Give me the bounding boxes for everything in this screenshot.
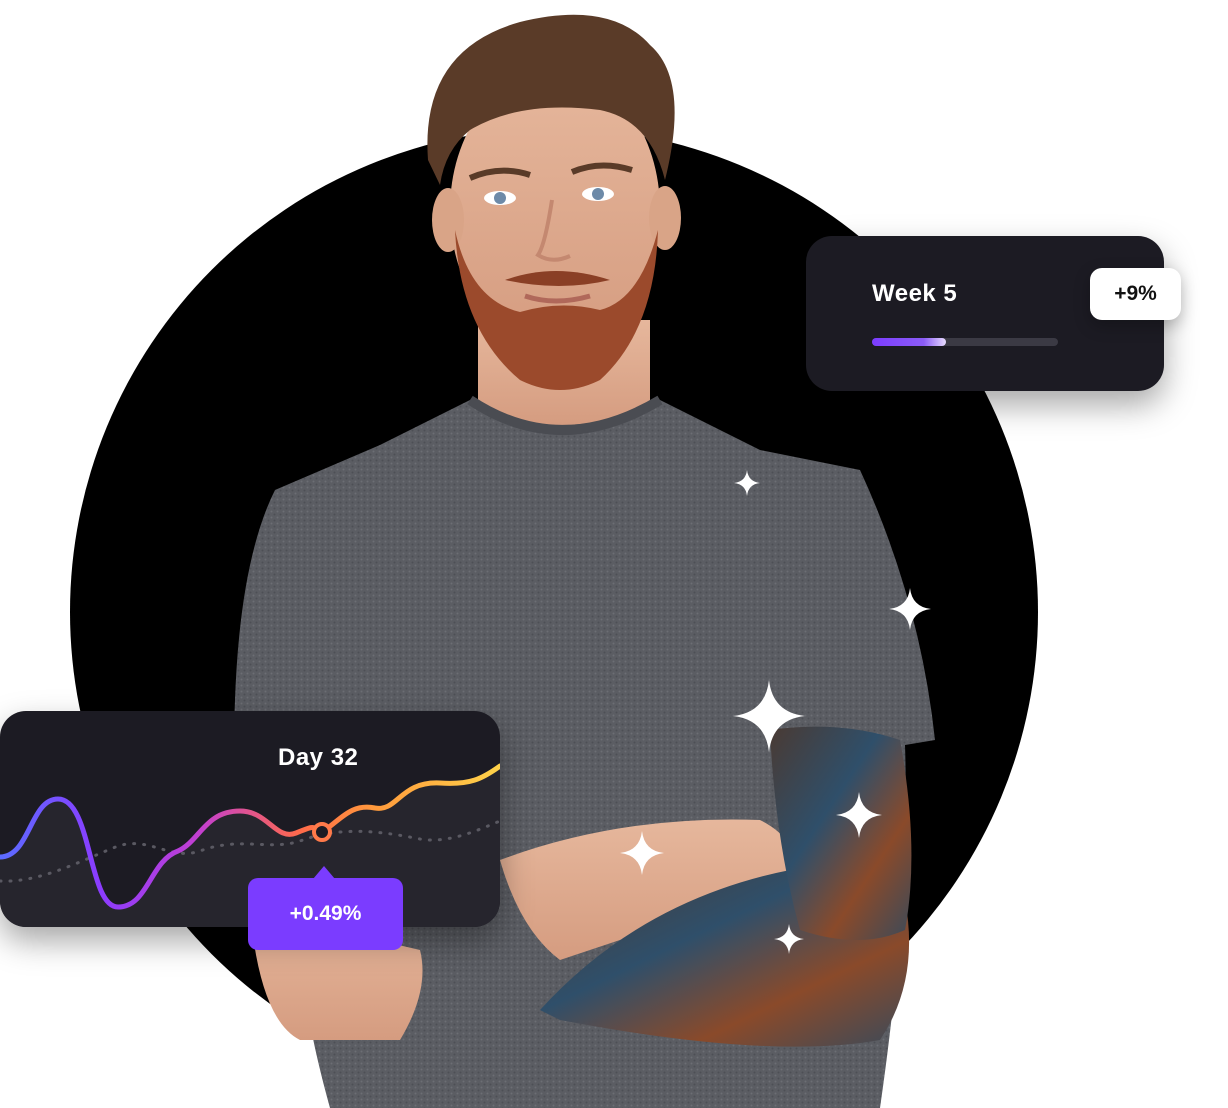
sparkle-icon <box>734 470 760 496</box>
sparkle-icon <box>836 792 882 838</box>
week-progress-track <box>872 338 1058 346</box>
sparkle-icon <box>733 680 805 752</box>
sparkle-icon <box>620 831 664 875</box>
week-title: Week 5 <box>872 280 958 307</box>
sparkle-icon <box>889 588 931 630</box>
week-progress-fill <box>872 338 947 346</box>
day-change-badge: +0.49% <box>248 878 403 950</box>
person-photo <box>233 14 935 1108</box>
chart-marker <box>312 822 332 842</box>
sparkle-icon <box>774 924 804 954</box>
day-title: Day 32 <box>278 744 359 771</box>
week-change-badge: +9% <box>1090 268 1181 320</box>
